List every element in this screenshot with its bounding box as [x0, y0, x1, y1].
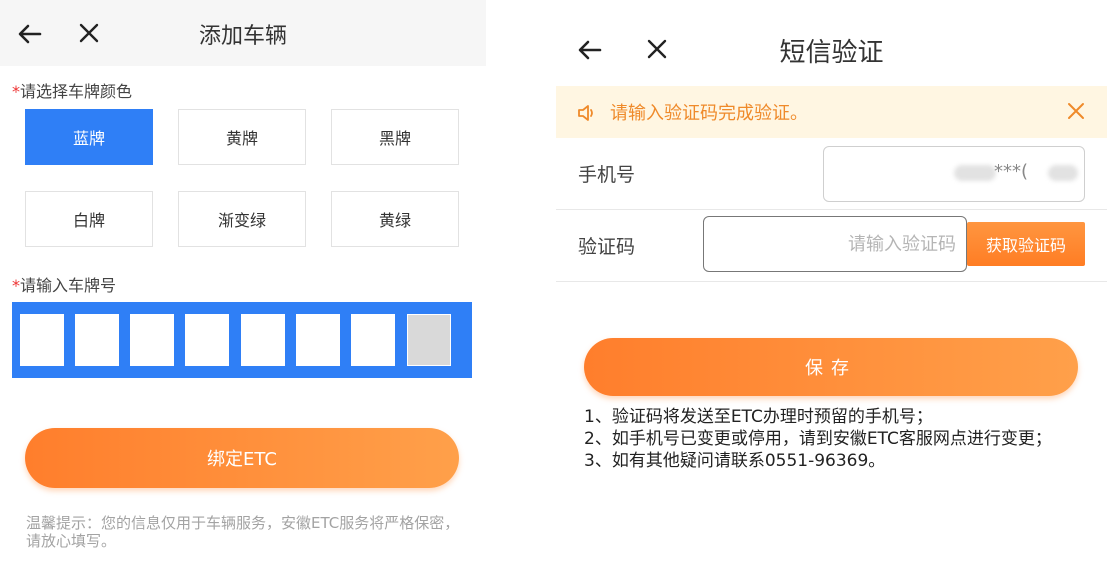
notice-text: 请输入验证码完成验证。 — [610, 103, 808, 124]
instruction-item: 1、验证码将发送至ETC办理时预留的手机号； — [584, 407, 933, 427]
required-mark: * — [12, 276, 20, 295]
page-title: 短信验证 — [779, 38, 884, 68]
phone-label: 手机号 — [578, 164, 636, 186]
color-option-yellow[interactable]: 黄牌 — [178, 109, 306, 165]
code-row: 验证码 获取验证码 — [556, 210, 1107, 282]
notice-bar: 请输入验证码完成验证。 — [556, 86, 1107, 138]
verification-code-input[interactable] — [703, 216, 967, 272]
instruction-item: 3、如有其他疑问请联系0551-96369。 — [584, 451, 886, 471]
instruction-item: 2、如手机号已变更或停用，请到安徽ETC客服网点进行变更； — [584, 429, 1052, 449]
plate-char-cell[interactable] — [351, 314, 395, 366]
speaker-icon — [578, 105, 593, 121]
instructions: 1、验证码将发送至ETC办理时预留的手机号； 2、如手机号已变更或停用，请到安徽… — [584, 406, 1084, 472]
color-option-blue[interactable]: 蓝牌 — [25, 109, 153, 165]
plate-char-cell[interactable] — [130, 314, 174, 366]
plate-char-cell[interactable] — [20, 314, 64, 366]
sms-verify-screen: 短信验证 请输入验证码完成验证。 手机号 ***( 验证码 获取验证码 保存 1… — [556, 0, 1107, 572]
plate-number-label: *请输入车牌号 — [12, 276, 117, 295]
phone-row: 手机号 ***( — [556, 138, 1107, 210]
get-code-button[interactable]: 获取验证码 — [967, 222, 1085, 266]
plate-color-label: *请选择车牌颜色 — [12, 82, 133, 101]
plate-number-input[interactable] — [12, 302, 472, 378]
save-button[interactable]: 保存 — [584, 338, 1078, 396]
phone-value: ***( — [994, 161, 1029, 182]
masked-digits — [954, 165, 996, 181]
plate-char-cell-new-energy[interactable] — [407, 314, 451, 366]
masked-digits — [1048, 165, 1078, 181]
color-option-black[interactable]: 黑牌 — [331, 109, 459, 165]
plate-char-cell[interactable] — [296, 314, 340, 366]
required-mark: * — [12, 82, 20, 101]
code-label: 验证码 — [578, 236, 636, 258]
phone-field: ***( — [823, 146, 1085, 202]
color-option-yellow-green[interactable]: 黄绿 — [331, 191, 459, 247]
plate-char-cell[interactable] — [75, 314, 119, 366]
bind-etc-button[interactable]: 绑定ETC — [25, 428, 459, 488]
close-icon[interactable] — [1066, 101, 1086, 121]
color-option-gradient-green[interactable]: 渐变绿 — [178, 191, 306, 247]
plate-char-cell[interactable] — [241, 314, 285, 366]
add-vehicle-screen: 添加车辆 *请选择车牌颜色 蓝牌 黄牌 黑牌 白牌 渐变绿 黄绿 *请输入车牌号… — [0, 0, 486, 572]
page-title: 添加车辆 — [198, 24, 287, 49]
nav-bar: 添加车辆 — [0, 0, 486, 66]
plate-char-cell[interactable] — [185, 314, 229, 366]
color-option-white[interactable]: 白牌 — [25, 191, 153, 247]
privacy-tip: 温馨提示：您的信息仅用于车辆服务，安徽ETC服务将严格保密，请放心填写。 — [26, 514, 460, 550]
